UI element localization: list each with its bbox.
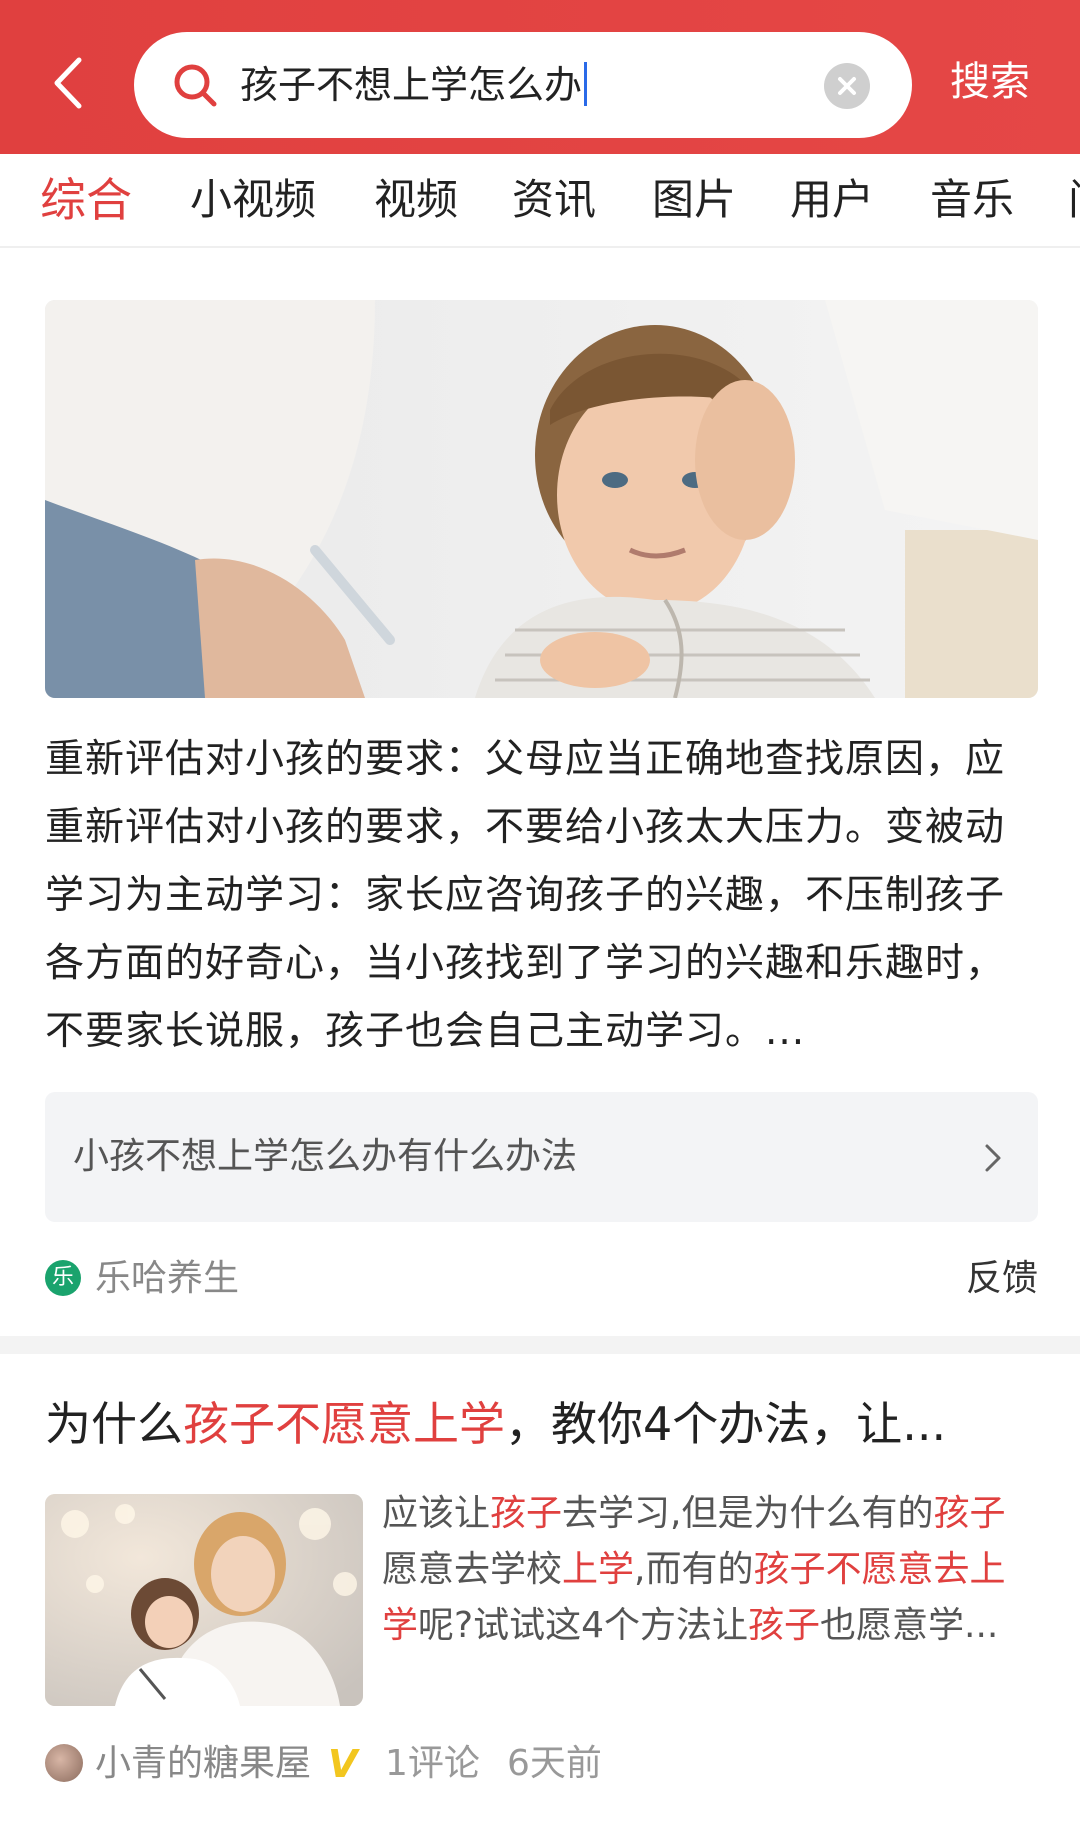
chevron-left-icon (54, 57, 82, 109)
category-tabs: 综合 小视频 视频 资讯 图片 用户 音乐 问 (0, 154, 1080, 248)
tab-short-video[interactable]: 小视频 (190, 172, 316, 228)
result-meta: 小青的糖果屋 V 1评论 6天前 (45, 1736, 945, 1792)
tab-users[interactable]: 用户 (790, 172, 874, 228)
snippet-highlight: 上学 (562, 1549, 635, 1590)
back-button[interactable] (40, 48, 96, 118)
tab-qa[interactable]: 问 (1068, 172, 1080, 228)
snippet-highlight: 孩子 (933, 1493, 1006, 1534)
tab-news[interactable]: 资讯 (512, 172, 596, 228)
result-thumbnail[interactable] (45, 1494, 363, 1706)
source-logo-icon: 乐 (45, 1260, 81, 1296)
snippet-highlight: 孩子 (490, 1493, 563, 1534)
tab-comprehensive[interactable]: 综合 (40, 172, 132, 228)
result-hero-image[interactable] (45, 300, 1038, 698)
snippet-text: 去学习,但是为什么有的 (562, 1493, 934, 1534)
title-highlight: 孩子不愿意上学 (183, 1397, 505, 1451)
tab-images[interactable]: 图片 (652, 172, 736, 228)
clear-button[interactable] (824, 63, 870, 109)
result-title[interactable]: 为什么孩子不愿意上学，教你4个办法，让... (45, 1392, 1040, 1456)
publish-time: 6天前 (507, 1743, 602, 1784)
comment-count: 1评论 (385, 1743, 480, 1784)
search-button[interactable]: 搜索 (950, 56, 1030, 108)
chevron-right-icon (985, 1144, 1001, 1172)
tab-music[interactable]: 音乐 (930, 172, 1014, 228)
author-name[interactable]: 小青的糖果屋 (95, 1738, 311, 1790)
source-row: 乐 乐哈养生 反馈 (45, 1254, 1038, 1304)
title-text: 为什么 (45, 1397, 183, 1451)
related-search-label: 小孩不想上学怎么办有什么办法 (73, 1136, 578, 1177)
search-input[interactable]: 孩子不想上学怎么办 (134, 32, 912, 138)
verified-badge-icon: V (328, 1742, 358, 1786)
related-search-item[interactable]: 小孩不想上学怎么办有什么办法 (45, 1092, 1038, 1222)
mother-daughter-photo (45, 1494, 363, 1706)
search-icon (174, 64, 217, 107)
snippet-text: 呢?试试这4个方法让 (418, 1605, 749, 1646)
section-divider (0, 1336, 1080, 1354)
avatar[interactable] (45, 1744, 83, 1782)
result-summary[interactable]: 重新评估对小孩的要求：父母应当正确地查找原因，应重新评估对小孩的要求，不要给小孩… (45, 726, 1040, 1066)
snippet-text: ,而有的 (634, 1549, 754, 1590)
search-query-text: 孩子不想上学怎么办 (240, 60, 588, 110)
boy-studying-photo (45, 300, 1038, 698)
feedback-button[interactable]: 反馈 (966, 1254, 1038, 1304)
source-name[interactable]: 乐哈养生 (95, 1254, 239, 1304)
search-header: 孩子不想上学怎么办 搜索 (0, 0, 1080, 154)
snippet-text: 愿意去学校 (382, 1549, 563, 1590)
result-snippet[interactable]: 应该让孩子去学习,但是为什么有的孩子愿意去学校上学,而有的孩子不愿意去上学呢?试… (382, 1486, 1022, 1654)
clear-icon (838, 77, 856, 95)
snippet-highlight: 孩子 (748, 1605, 821, 1646)
snippet-text: 应该让 (382, 1493, 491, 1534)
text-caret (584, 62, 588, 106)
tab-video[interactable]: 视频 (374, 172, 458, 228)
snippet-text: 也愿意学... (820, 1605, 999, 1646)
title-text: ，教你4个办法，让... (505, 1397, 947, 1451)
